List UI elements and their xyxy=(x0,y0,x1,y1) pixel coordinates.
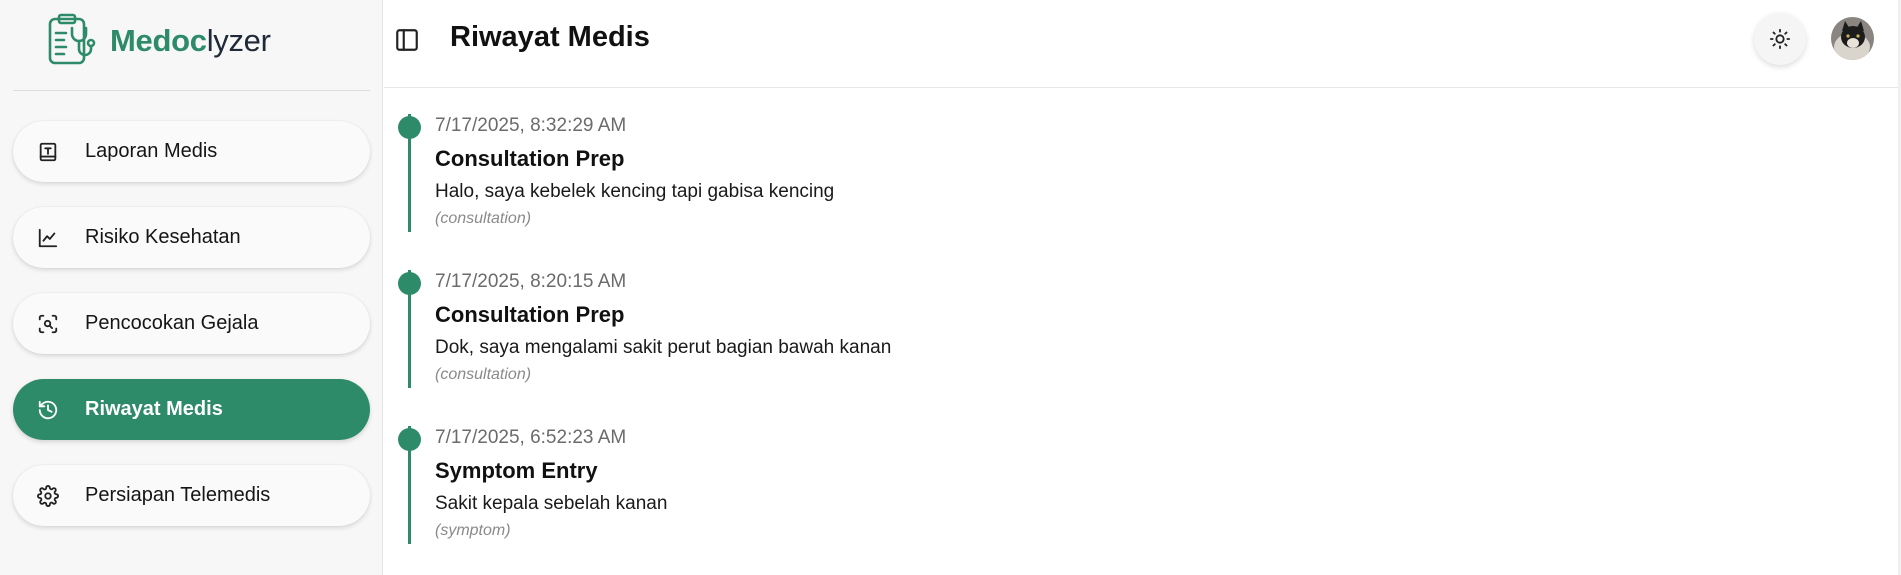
sidebar: Medoclyzer Laporan Medis Risiko Kesehata… xyxy=(0,0,383,575)
sidebar-item-label: Risiko Kesehatan xyxy=(85,226,241,248)
entry-timestamp: 7/17/2025, 8:20:15 AM xyxy=(435,271,627,292)
sun-icon xyxy=(1769,28,1791,50)
sidebar-nav: Laporan Medis Risiko Kesehatan Pencocoka… xyxy=(13,121,370,551)
sidebar-item-label: Persiapan Telemedis xyxy=(85,484,271,506)
medical-clipboard-icon xyxy=(48,13,96,65)
scan-search-icon xyxy=(36,312,60,336)
timeline-entry[interactable]: 7/17/2025, 6:52:23 AM Symptom Entry Saki… xyxy=(395,420,1795,575)
theme-toggle-button[interactable] xyxy=(1754,13,1806,65)
sidebar-divider xyxy=(13,90,370,91)
sidebar-item-pencocokan-gejala[interactable]: Pencocokan Gejala xyxy=(13,293,370,354)
sidebar-item-riwayat-medis[interactable]: Riwayat Medis xyxy=(13,379,370,440)
entry-timestamp: 7/17/2025, 6:52:23 AM xyxy=(435,427,627,448)
entry-type: (consultation) xyxy=(435,366,532,383)
sidebar-item-laporan-medis[interactable]: Laporan Medis xyxy=(13,121,370,182)
sidebar-item-persiapan-telemedis[interactable]: Persiapan Telemedis xyxy=(13,465,370,526)
timeline-dot xyxy=(398,428,421,451)
timeline-entry[interactable]: 7/17/2025, 8:32:29 AM Consultation Prep … xyxy=(395,108,1795,264)
user-avatar[interactable] xyxy=(1831,17,1874,60)
timeline-entry[interactable]: 7/17/2025, 8:20:15 AM Consultation Prep … xyxy=(395,264,1795,420)
gear-icon xyxy=(36,484,60,508)
brand-name: Medoclyzer xyxy=(110,22,271,58)
entry-type: (consultation) xyxy=(435,210,532,227)
timeline-dot xyxy=(398,272,421,295)
entry-title: Consultation Prep xyxy=(435,302,625,327)
entry-type: (symptom) xyxy=(435,522,511,539)
entry-message: Dok, saya mengalami sakit perut bagian b… xyxy=(435,337,892,358)
top-header: Riwayat Medis xyxy=(384,0,1901,88)
sidebar-item-label: Laporan Medis xyxy=(85,140,218,162)
brand-logo[interactable]: Medoclyzer xyxy=(44,12,271,68)
line-chart-icon xyxy=(36,226,60,250)
medical-history-timeline: 7/17/2025, 8:32:29 AM Consultation Prep … xyxy=(395,108,1795,575)
sidebar-item-label: Riwayat Medis xyxy=(85,398,223,420)
timeline-dot xyxy=(398,116,421,139)
history-icon xyxy=(36,398,60,422)
sidebar-toggle-icon[interactable] xyxy=(394,27,420,53)
entry-title: Consultation Prep xyxy=(435,146,625,171)
sidebar-item-risiko-kesehatan[interactable]: Risiko Kesehatan xyxy=(13,207,370,268)
entry-timestamp: 7/17/2025, 8:32:29 AM xyxy=(435,115,627,136)
report-icon xyxy=(36,140,60,164)
entry-title: Symptom Entry xyxy=(435,458,598,483)
page-title: Riwayat Medis xyxy=(450,21,650,53)
sidebar-item-label: Pencocokan Gejala xyxy=(85,312,259,334)
entry-message: Sakit kepala sebelah kanan xyxy=(435,493,668,514)
entry-message: Halo, saya kebelek kencing tapi gabisa k… xyxy=(435,181,835,202)
